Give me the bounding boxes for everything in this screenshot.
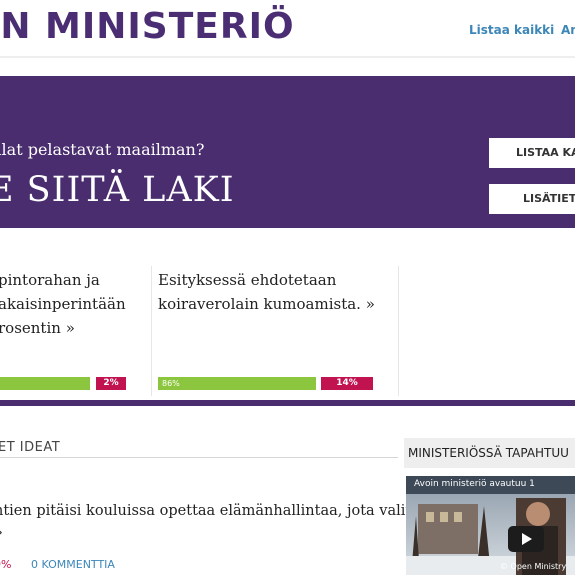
nav-item[interactable]: Am	[561, 23, 575, 37]
no-vote-bar: 14%	[321, 377, 373, 390]
list-all-button[interactable]: LISTAA KAI	[489, 138, 575, 168]
card-line: pintorahan ja	[0, 271, 100, 289]
card-line: rosentin »	[0, 319, 75, 337]
card-line: Esityksessä ehdotetaan	[158, 271, 337, 289]
yes-vote-bar	[0, 377, 90, 390]
more-info-button[interactable]: LISÄTIETO	[489, 184, 575, 214]
card-line: koiraverolain kumoamista. »	[158, 295, 375, 313]
card-line: akaisinperintään	[0, 295, 126, 313]
section-separator	[0, 400, 575, 406]
proposal-card-1-text[interactable]: pintorahan ja akaisinperintään rosentin …	[0, 268, 126, 340]
watermark: © Open Ministry	[500, 562, 567, 571]
idea-line: ntien pitäisi kouluissa opettaa elämänha…	[0, 503, 475, 519]
hero-question: alat pelastavat maailman?	[0, 140, 205, 159]
idea-vote-percent: 0%	[0, 558, 12, 571]
card-divider	[151, 266, 152, 396]
hero-headline: E SIITÄ LAKI	[0, 170, 235, 210]
proposal-card-2-text[interactable]: Esityksessä ehdotetaan koiraverolain kum…	[158, 268, 375, 316]
section-rule	[0, 457, 398, 458]
site-logo[interactable]: IN MINISTERIÖ	[0, 6, 295, 47]
video-title: Avoin ministeriö avautuu 1	[414, 479, 535, 489]
idea-item[interactable]: ntien pitäisi kouluissa opettaa elämänha…	[0, 500, 475, 544]
video-thumbnail	[406, 476, 575, 575]
nav-list-all[interactable]: Listaa kaikki	[469, 23, 554, 37]
header-divider	[0, 56, 575, 58]
comments-link[interactable]: 0 KOMMENTTIA	[31, 558, 115, 571]
idea-line: »	[0, 522, 475, 544]
card-divider	[398, 266, 399, 396]
ideas-section-title: ET IDEAT	[0, 440, 61, 455]
yes-vote-bar: 86%	[158, 377, 316, 390]
no-vote-bar: 2%	[96, 377, 126, 390]
play-icon[interactable]	[508, 526, 544, 552]
side-panel-title: MINISTERIÖSSÄ TAPAHTUU	[404, 438, 575, 468]
video-player[interactable]: Avoin ministeriö avautuu 1 © Open Minist…	[406, 476, 575, 575]
